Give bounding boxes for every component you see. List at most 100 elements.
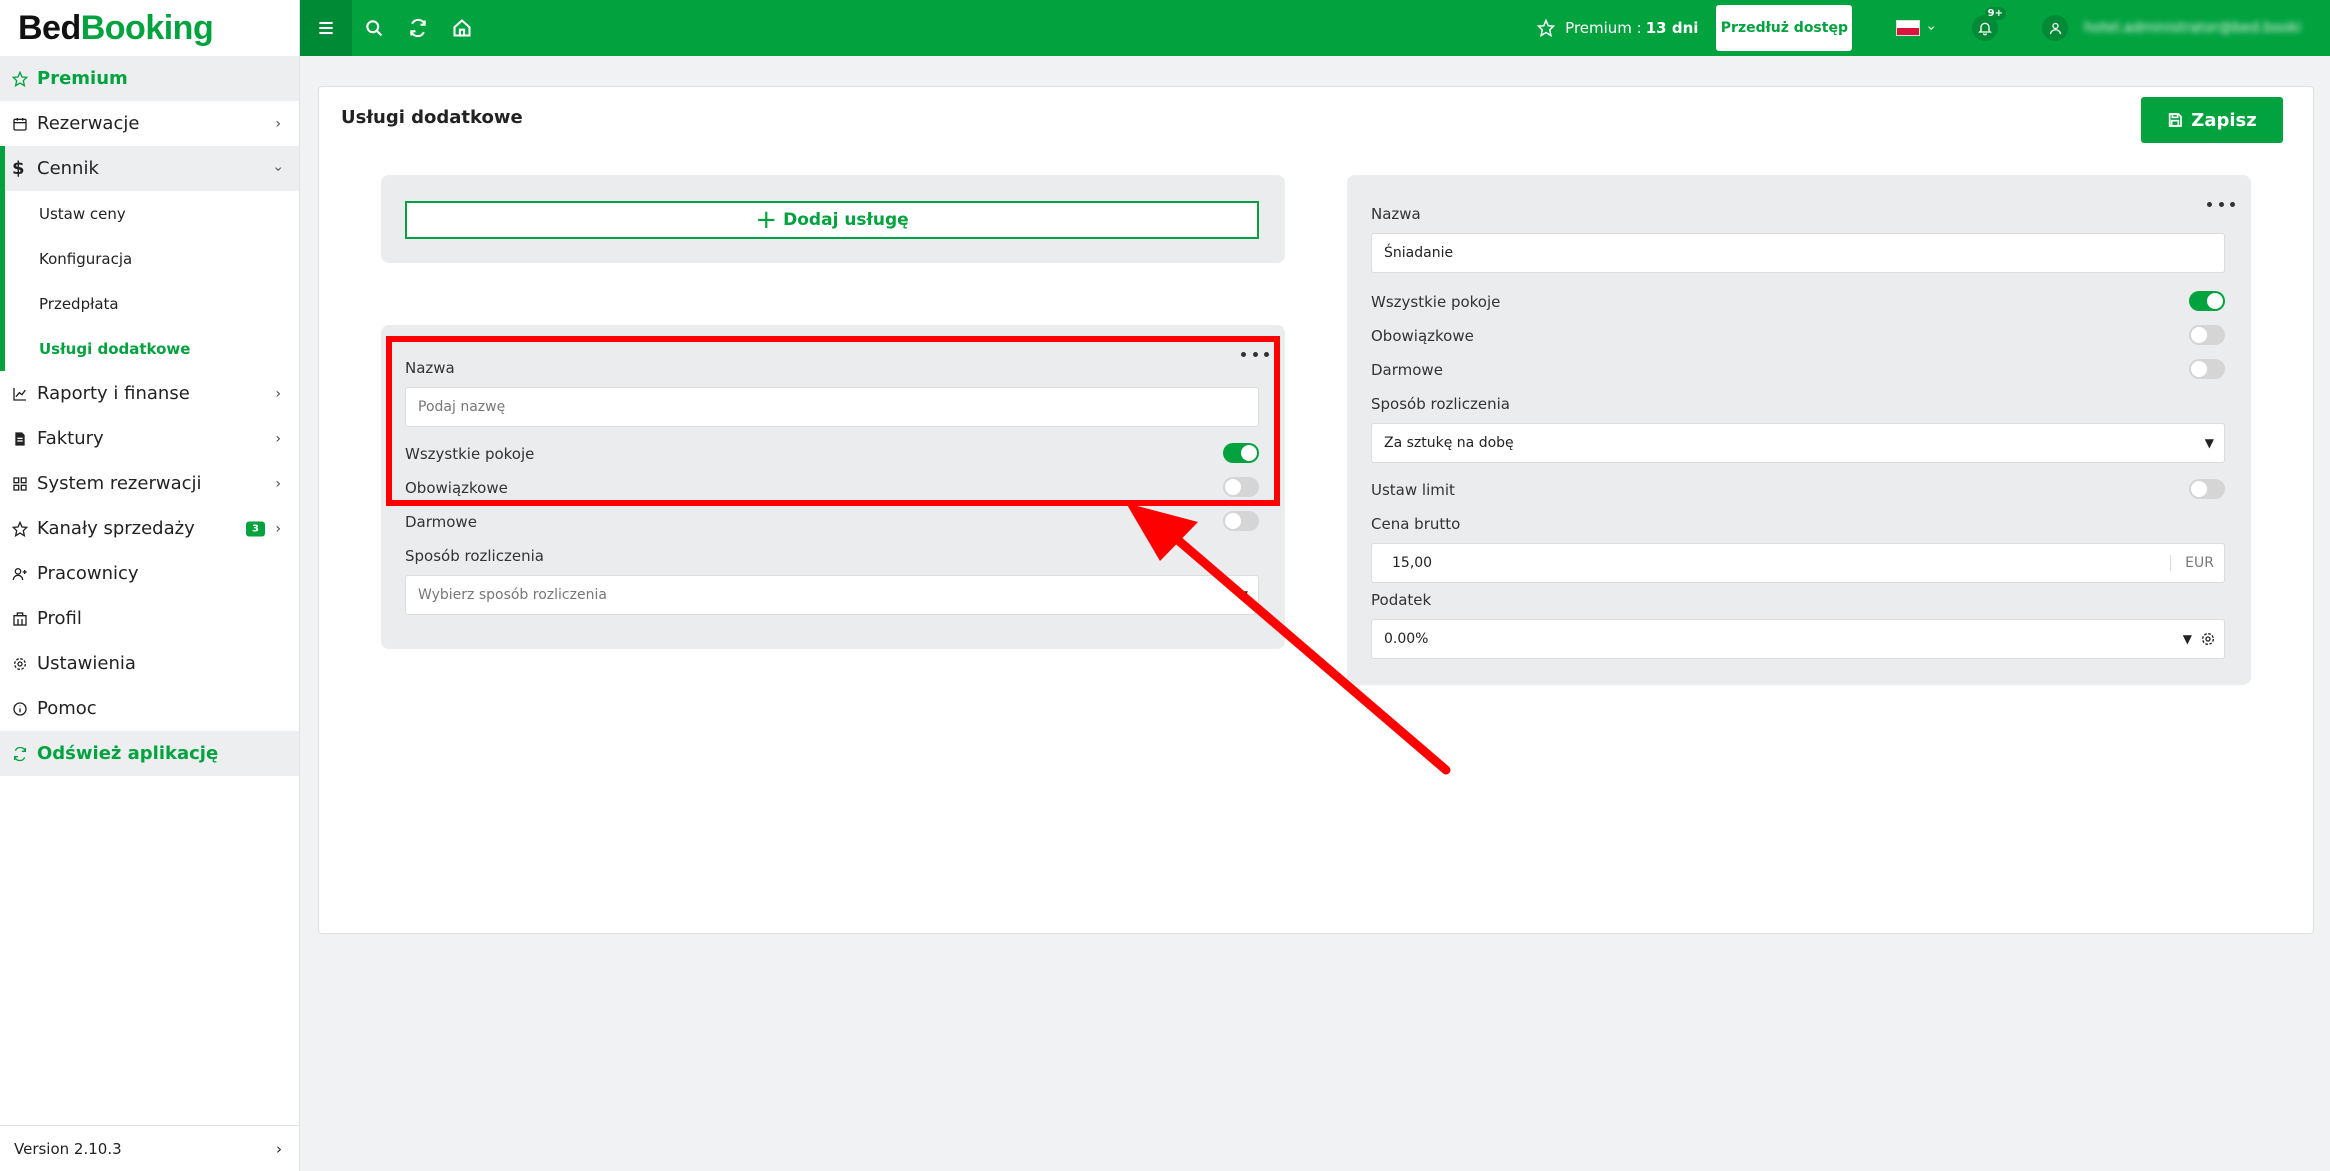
premium-label: Premium : — [1565, 19, 1642, 37]
add-service-button[interactable]: + Dodaj usługę — [405, 201, 1259, 239]
sidebar: Bed Booking Premium Rezerwacje › $ Cennik… — [0, 0, 300, 1171]
sidebar-item-label: System rezerwacji — [37, 473, 202, 494]
chevron-right-icon: › — [275, 385, 281, 402]
mandatory-toggle[interactable] — [2189, 325, 2225, 345]
avatar — [2042, 15, 2068, 41]
all-rooms-label: Wszystkie pokoje — [405, 445, 535, 463]
mandatory-label: Obowiązkowe — [405, 479, 508, 497]
tax-label: Podatek — [1371, 591, 1432, 609]
premium-status: Premium : 13 dni — [1537, 19, 1698, 37]
sidebar-item-pracownicy[interactable]: Pracownicy — [0, 551, 299, 596]
search-icon — [366, 20, 383, 37]
page-title: Usługi dodatkowe — [341, 107, 523, 128]
logo[interactable]: Bed Booking — [0, 0, 299, 56]
billing-method-label: Sposób rozliczenia — [405, 547, 544, 565]
free-label: Darmowe — [1371, 361, 1443, 379]
price-input[interactable]: 15,00 EUR — [1371, 543, 2225, 583]
tax-value: 0.00% — [1384, 631, 1429, 647]
gear-icon[interactable] — [2200, 631, 2216, 647]
version-footer[interactable]: Version 2.10.3 › — [0, 1125, 300, 1171]
sidebar-item-profil[interactable]: Profil — [0, 596, 299, 641]
top-bar: Premium : 13 dni Przedłuż dostęp › 9+ ho… — [300, 0, 2330, 56]
sidebar-item-pomoc[interactable]: Pomoc — [0, 686, 299, 731]
calendar-icon — [12, 116, 34, 132]
top-bar-right: Premium : 13 dni Przedłuż dostęp › 9+ ho… — [1537, 0, 2330, 56]
dot — [2218, 201, 2224, 207]
floppy-disk-icon — [2169, 113, 2183, 127]
sidebar-item-odswiez[interactable]: Odśwież aplikację — [0, 731, 299, 776]
free-toggle[interactable] — [2189, 359, 2225, 379]
mandatory-toggle[interactable] — [1223, 477, 1259, 497]
sidebar-item-premium[interactable]: Premium — [0, 56, 299, 101]
search-button[interactable] — [352, 0, 396, 56]
name-input[interactable]: Śniadanie — [1371, 233, 2225, 273]
extend-access-button[interactable]: Przedłuż dostęp — [1716, 5, 1853, 51]
menu-toggle-button[interactable] — [300, 0, 352, 56]
all-rooms-label: Wszystkie pokoje — [1371, 293, 1501, 311]
all-rooms-toggle[interactable] — [2189, 291, 2225, 311]
language-selector[interactable]: › — [1896, 20, 1939, 36]
billing-method-select[interactable]: Wybierz sposób rozliczenia ▼ — [405, 575, 1259, 615]
sidebar-item-label: Ustawienia — [37, 653, 136, 674]
user-icon — [2049, 22, 2061, 34]
chevron-right-icon: › — [275, 520, 281, 537]
dollar-icon: $ — [12, 158, 25, 179]
version-label: Version 2.10.3 — [14, 1139, 122, 1158]
home-button[interactable] — [440, 0, 484, 56]
sidebar-item-rezerwacje[interactable]: Rezerwacje › — [0, 101, 299, 146]
sidebar-item-faktury[interactable]: Faktury › — [0, 416, 299, 461]
currency-label: EUR — [2170, 555, 2214, 571]
save-button[interactable]: Zapisz — [2141, 97, 2283, 143]
notifications-button[interactable]: 9+ — [1972, 7, 2006, 41]
caret-down-icon: ▼ — [1238, 588, 1248, 602]
hamburger-icon — [319, 21, 333, 35]
sidebar-subitem-uslugi-dodatkowe[interactable]: Usługi dodatkowe — [0, 326, 299, 371]
info-icon — [12, 701, 34, 717]
sidebar-subitem-konfiguracja[interactable]: Konfiguracja — [0, 236, 299, 281]
dot — [2207, 201, 2212, 207]
dot — [2230, 201, 2235, 207]
user-email: hotel.administrator@bed.booking — [2084, 20, 2300, 36]
logo-text-booking: Booking — [80, 8, 214, 47]
tax-select[interactable]: 0.00% ▼ — [1371, 619, 2225, 659]
free-toggle[interactable] — [1223, 511, 1259, 531]
home-icon — [453, 19, 471, 37]
sidebar-item-label: Raporty i finanse — [37, 383, 190, 404]
price-value: 15,00 — [1392, 555, 1433, 571]
sync-button[interactable] — [396, 0, 440, 56]
all-rooms-toggle[interactable] — [1223, 443, 1259, 463]
grid-icon — [12, 476, 34, 492]
sidebar-item-system-rezerwacji[interactable]: System rezerwacji › — [0, 461, 299, 506]
sidebar-item-raporty[interactable]: Raporty i finanse › — [0, 371, 299, 416]
more-options-button[interactable] — [1241, 347, 1269, 361]
gear-icon — [12, 656, 34, 672]
caret-down-icon: ▼ — [2182, 632, 2192, 646]
star-icon — [1537, 19, 1556, 37]
sidebar-subitem-ustaw-ceny[interactable]: Ustaw ceny — [0, 191, 299, 236]
name-label: Nazwa — [405, 359, 455, 377]
chevron-down-icon: › — [270, 165, 287, 172]
sidebar-subitem-label: Konfiguracja — [39, 249, 133, 268]
save-button-label: Zapisz — [2191, 109, 2257, 131]
sidebar-subitem-label: Usługi dodatkowe — [39, 339, 191, 358]
new-service-form: Nazwa Podaj nazwę Wszystkie pokoje Obowi… — [381, 325, 1285, 649]
star-icon — [12, 70, 34, 87]
billing-method-select[interactable]: Za sztukę na dobę ▼ — [1371, 423, 2225, 463]
sync-icon — [410, 18, 426, 38]
notification-count-badge: 9+ — [1984, 7, 2006, 20]
name-input[interactable]: Podaj nazwę — [405, 387, 1259, 427]
star-icon — [12, 520, 34, 537]
refresh-icon — [12, 746, 34, 762]
more-options-button[interactable] — [2207, 197, 2235, 211]
limit-toggle[interactable] — [2189, 479, 2225, 499]
main-content-card: Usługi dodatkowe Zapisz + Dodaj usługę N… — [318, 86, 2314, 934]
sidebar-item-ustawienia[interactable]: Ustawienia — [0, 641, 299, 686]
sidebar-subitem-przedplata[interactable]: Przedpłata — [0, 281, 299, 326]
add-service-label: Dodaj usługę — [783, 210, 909, 230]
sidebar-item-kanaly-sprzedazy[interactable]: Kanały sprzedaży 3 › — [0, 506, 299, 551]
user-menu[interactable]: hotel.administrator@bed.booking — [2042, 15, 2300, 41]
caret-down-icon: ▼ — [2204, 436, 2214, 450]
invoice-icon — [12, 431, 34, 447]
sidebar-item-cennik[interactable]: $ Cennik › — [0, 146, 299, 191]
existing-service-form: Nazwa Śniadanie Wszystkie pokoje Obowiąz… — [1347, 175, 2251, 685]
